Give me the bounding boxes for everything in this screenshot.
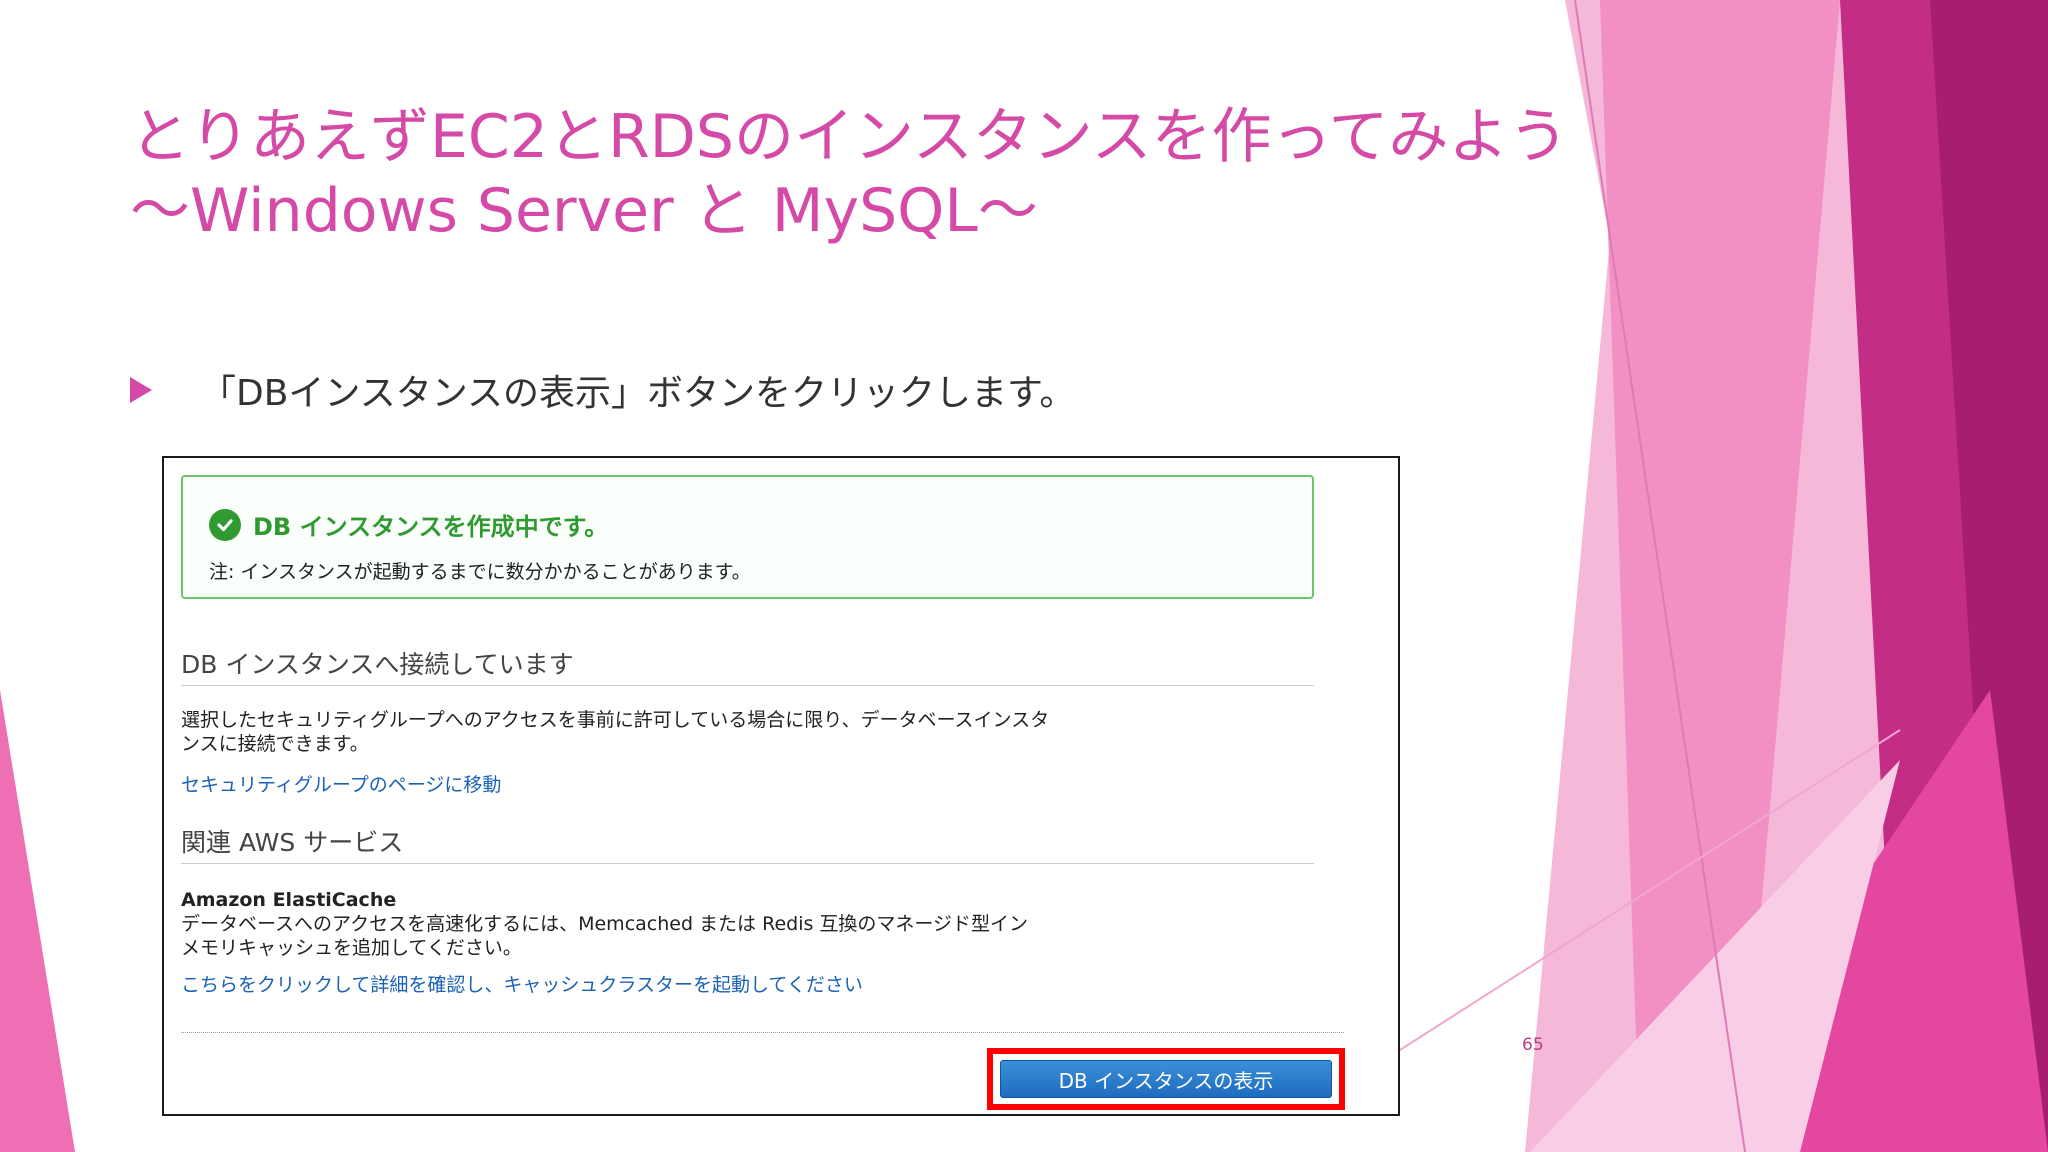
slide-title-line1: とりあえずEC2とRDSのインスタンスを作ってみよう — [130, 102, 1569, 172]
connect-section-heading: DB インスタンスへ接続しています — [181, 645, 1314, 686]
view-db-instances-button[interactable]: DB インスタンスの表示 — [1000, 1060, 1332, 1098]
slide-title: とりあえずEC2とRDSのインスタンスを作ってみよう ～Windows Serv… — [130, 100, 1580, 248]
bullet-item: 「DBインスタンスの表示」ボタンをクリックします。 — [130, 365, 1075, 415]
divider — [181, 1032, 1344, 1033]
highlight-frame: DB インスタンスの表示 — [987, 1048, 1345, 1110]
decor-shape-left — [0, 690, 75, 1152]
slide-title-line2: ～Windows Server と MySQL～ — [130, 176, 1038, 246]
service-name: Amazon ElastiCache — [181, 889, 397, 911]
service-desc-line2: メモリキャッシュを追加してください。 — [181, 937, 522, 959]
connect-body-line1: 選択したセキュリティグループへのアクセスを事前に許可している場合に限り、データベ… — [181, 709, 1050, 731]
alert-title-row: DB インスタンスを作成中です。 — [209, 507, 608, 542]
related-section-body: Amazon ElastiCache データベースへのアクセスを高速化するには、… — [181, 888, 1314, 960]
alert-note: 注: インスタンスが起動するまでに数分かかることがあります。 — [209, 561, 751, 583]
service-desc-line1: データベースへのアクセスを高速化するには、Memcached または Redis… — [181, 913, 1029, 935]
bullet-arrow-icon — [130, 377, 152, 403]
elasticache-link[interactable]: こちらをクリックして詳細を確認し、キャッシュクラスターを起動してください — [181, 970, 863, 997]
related-section-heading: 関連 AWS サービス — [181, 823, 1314, 864]
check-circle-icon — [209, 508, 241, 541]
embedded-screenshot: DB インスタンスを作成中です。 注: インスタンスが起動するまでに数分かかるこ… — [162, 456, 1400, 1116]
security-group-link[interactable]: セキュリティグループのページに移動 — [181, 770, 501, 797]
connect-body-line2: ンスに接続できます。 — [181, 733, 369, 755]
connect-section-body: 選択したセキュリティグループへのアクセスを事前に許可している場合に限り、データベ… — [181, 708, 1314, 756]
success-alert: DB インスタンスを作成中です。 注: インスタンスが起動するまでに数分かかるこ… — [181, 475, 1314, 599]
alert-title: DB インスタンスを作成中です。 — [253, 513, 609, 541]
page-number: 65 — [1522, 1035, 1544, 1055]
bullet-text: 「DBインスタンスの表示」ボタンをクリックします。 — [200, 373, 1076, 414]
